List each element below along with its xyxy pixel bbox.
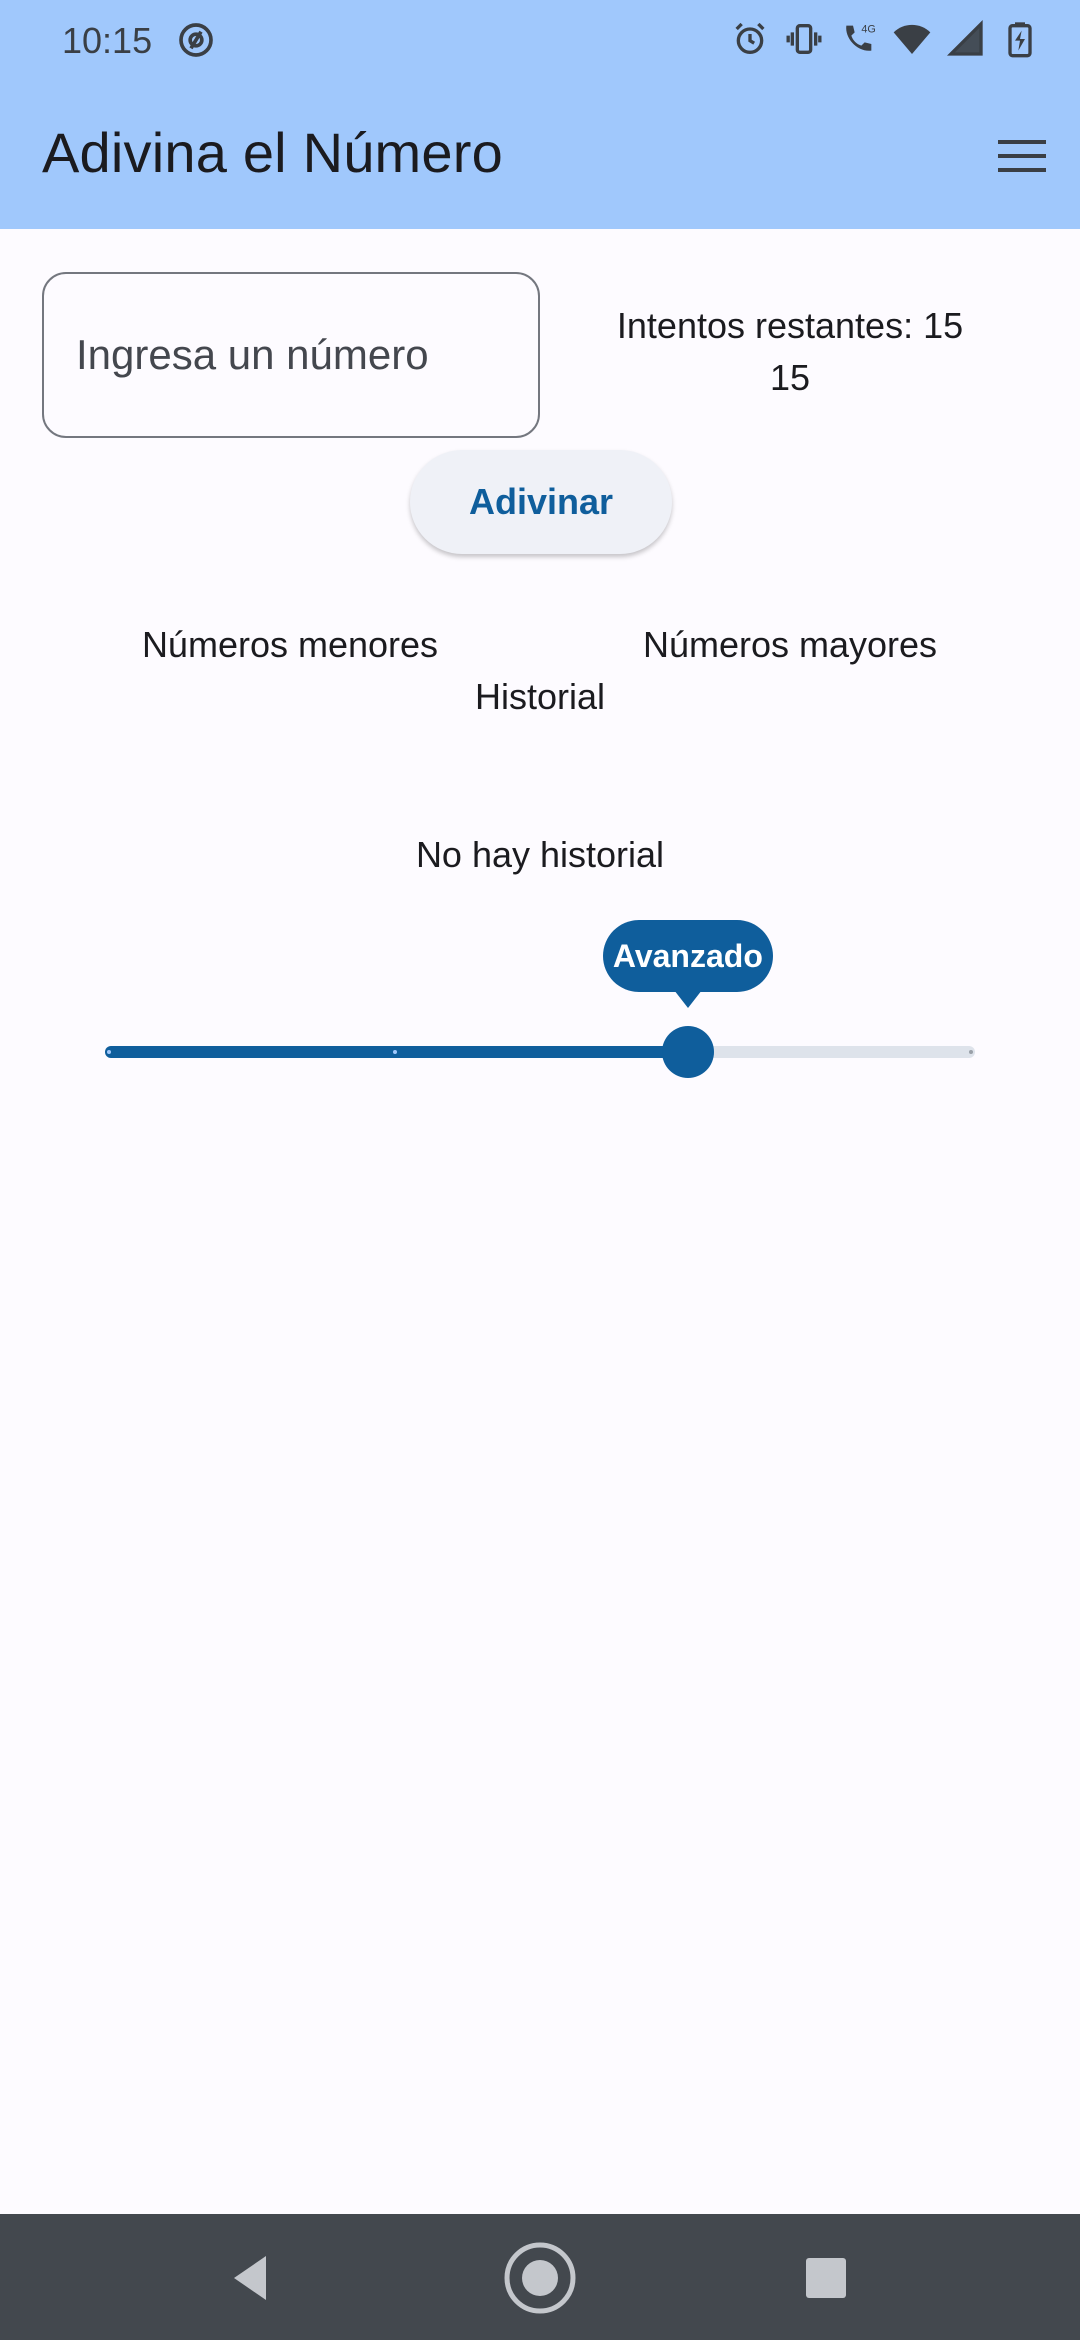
system-nav-bar — [0, 2214, 1080, 2340]
wifi-icon — [893, 24, 931, 54]
slider-tick — [969, 1050, 973, 1054]
attempts-label: Intentos restantes: 15 — [616, 305, 964, 346]
difficulty-slider[interactable]: Avanzado — [100, 900, 980, 1080]
higher-numbers-label: Números mayores — [642, 624, 938, 665]
home-icon — [504, 2242, 576, 2314]
app-title: Adivina el Número — [42, 121, 503, 184]
slider-thumb[interactable] — [661, 1026, 714, 1078]
alarm-icon — [735, 22, 765, 55]
signal-icon — [946, 19, 983, 56]
slider-value-label: Avanzado — [602, 920, 773, 992]
slider-value-pointer — [673, 990, 702, 1008]
status-time: 10:15 — [62, 20, 153, 61]
vibrate-icon — [786, 24, 822, 54]
slider-tick — [393, 1050, 397, 1054]
status-icons: 4G — [730, 18, 1040, 60]
nav-recents-button[interactable] — [784, 2236, 868, 2320]
hamburger-menu-icon — [998, 140, 1046, 172]
attempts-remaining: Intentos restantes: 15 15 — [570, 300, 1010, 404]
slider-tick — [107, 1050, 111, 1054]
battery-charging-icon — [1008, 22, 1032, 58]
lower-numbers-label: Números menores — [141, 624, 439, 665]
nav-home-button[interactable] — [498, 2236, 582, 2320]
attempts-count: 15 — [769, 357, 811, 398]
back-icon — [234, 2256, 266, 2300]
at-sign-icon — [179, 23, 213, 57]
network-label: 4G — [861, 23, 875, 35]
wifi-calling-icon: 4G — [846, 23, 876, 51]
number-input[interactable] — [42, 272, 540, 438]
guess-button[interactable]: Adivinar — [410, 450, 672, 554]
app-bar: 10:15 4G Adivina el Número — [0, 0, 1080, 229]
recents-icon — [806, 2258, 846, 2298]
history-empty-message: No hay historial — [415, 834, 665, 875]
history-label: Historial — [474, 676, 606, 717]
menu-button[interactable] — [990, 126, 1054, 186]
nav-back-button[interactable] — [208, 2236, 292, 2320]
